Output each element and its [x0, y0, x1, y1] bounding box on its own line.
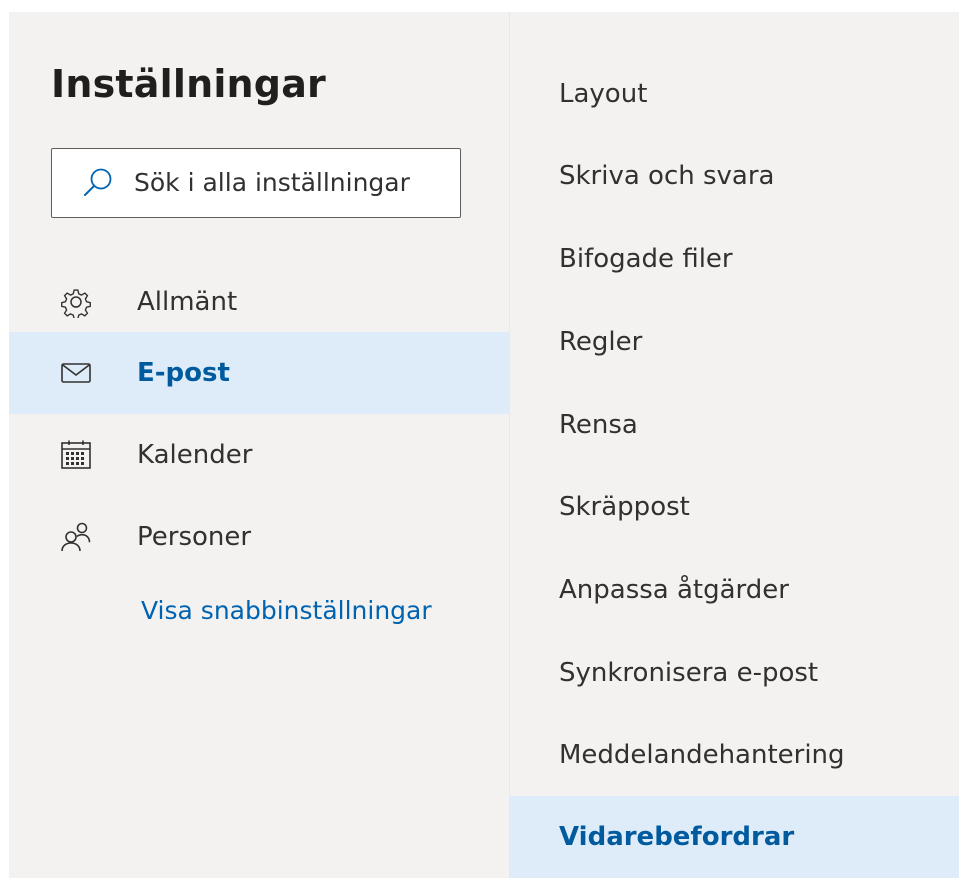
nav-item-epost[interactable]: E-post — [9, 332, 509, 414]
nav-item-allmant[interactable]: Allmänt — [9, 261, 509, 343]
subnav-item-rensa[interactable]: Rensa — [510, 384, 959, 467]
subnav-label: Rensa — [559, 410, 638, 440]
subnav-label: Skriva och svara — [559, 161, 775, 191]
subnav-item-layout[interactable]: Layout — [510, 53, 959, 136]
settings-nav-pane: Inställningar Allmänt E-post — [9, 12, 509, 878]
subnav-item-regler[interactable]: Regler — [510, 301, 959, 384]
subnav-label: Anpassa åtgärder — [559, 575, 789, 605]
nav-item-kalender[interactable]: Kalender — [9, 414, 509, 496]
settings-panel: Inställningar Allmänt E-post — [9, 12, 959, 878]
nav-item-personer[interactable]: Personer — [9, 496, 509, 578]
calendar-icon — [61, 440, 91, 469]
mail-settings-subnav: Layout Skriva och svara Bifogade filer R… — [510, 12, 959, 878]
people-icon — [61, 522, 91, 552]
subnav-label: Bifogade filer — [559, 244, 733, 274]
subnav-label: Meddelandehantering — [559, 740, 845, 770]
subnav-item-vidarebefordrar[interactable]: Vidarebefordrar — [510, 796, 959, 878]
search-input[interactable] — [134, 149, 454, 215]
search-icon — [84, 168, 112, 196]
nav-label-personer: Personer — [137, 522, 252, 552]
subnav-item-bifogade-filer[interactable]: Bifogade filer — [510, 218, 959, 301]
subnav-label: Vidarebefordrar — [559, 822, 795, 852]
nav-label-kalender: Kalender — [137, 440, 253, 470]
subnav-item-skriva-och-svara[interactable]: Skriva och svara — [510, 135, 959, 218]
subnav-label: Layout — [559, 79, 648, 109]
subnav-item-meddelandehantering[interactable]: Meddelandehantering — [510, 714, 959, 797]
subnav-label: Synkronisera e-post — [559, 658, 819, 688]
nav-label-allmant: Allmänt — [137, 287, 238, 317]
quick-settings-link[interactable]: Visa snabbinställningar — [141, 596, 481, 625]
subnav-label: Regler — [559, 327, 643, 357]
subnav-item-synkronisera-epost[interactable]: Synkronisera e-post — [510, 632, 959, 715]
page-title: Inställningar — [51, 62, 326, 106]
subnav-label: Skräppost — [559, 492, 690, 522]
subnav-item-skrappost[interactable]: Skräppost — [510, 466, 959, 549]
nav-label-epost: E-post — [137, 358, 230, 388]
search-box[interactable] — [51, 148, 461, 218]
subnav-item-anpassa-atgarder[interactable]: Anpassa åtgärder — [510, 549, 959, 632]
mail-icon — [61, 363, 91, 383]
gear-icon — [61, 289, 91, 318]
